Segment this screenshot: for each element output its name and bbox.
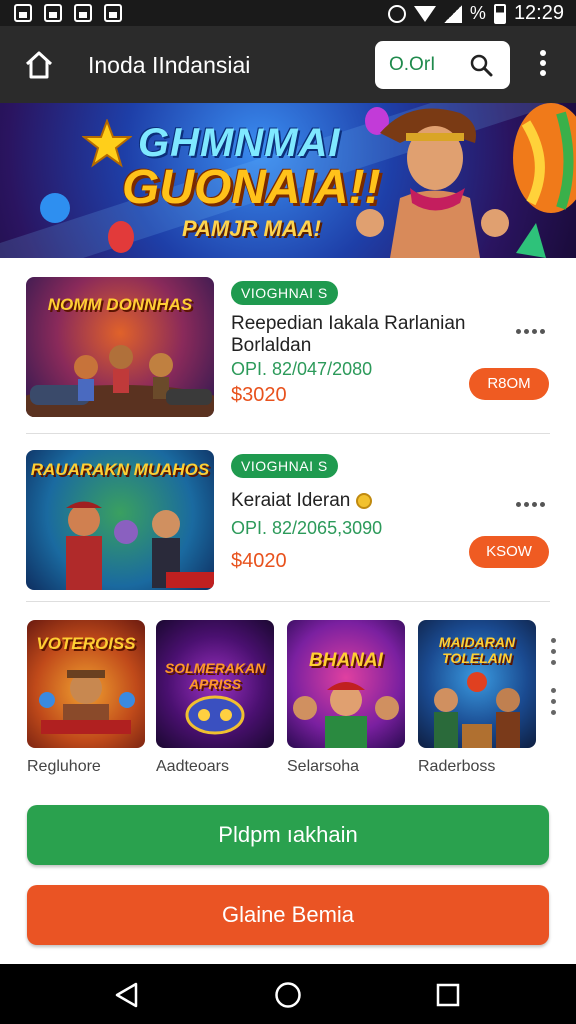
game-title: Keraiat Ideran	[231, 490, 372, 512]
back-icon[interactable]	[114, 982, 140, 1008]
status-bar: % 12:29	[0, 0, 576, 26]
divider	[26, 601, 550, 602]
more-options-icon[interactable]	[551, 638, 557, 671]
game-title: Reepedian Iakala Rarlanian Borlaldan	[231, 313, 466, 356]
game-art	[39, 670, 135, 734]
balloon-decoration	[513, 103, 576, 258]
hero-character-illustration	[356, 108, 509, 258]
tile-label: Selarsoha	[287, 758, 360, 775]
game-tile[interactable]: BHANAI	[287, 620, 405, 748]
notification-icon	[14, 4, 32, 22]
category-badge: VIOGHNAI S	[231, 454, 338, 478]
game-list-item[interactable]: NOMM DONNHAS VIOGHNAI S Reepedian Iakala…	[26, 277, 550, 417]
game-list-item[interactable]: RAUARAKN MUAHOS VIOGHNAI S Keraiat Idera…	[26, 450, 550, 590]
game-art	[185, 695, 245, 735]
notification-icon	[44, 4, 62, 22]
tile-title: VOTEROISS	[36, 634, 136, 653]
system-navigation-bar	[0, 964, 576, 1024]
tile-label: Regluhore	[27, 758, 101, 775]
search-icon[interactable]	[469, 53, 493, 77]
game-tile[interactable]: VOTEROISS	[27, 620, 145, 748]
game-art	[26, 345, 214, 417]
more-options-icon[interactable]	[516, 494, 550, 508]
recents-icon[interactable]	[435, 982, 461, 1008]
secondary-action-button[interactable]: Glaine Bemia	[27, 885, 549, 945]
thumbnail-title: RAUARAKN MUAHOS	[30, 460, 210, 479]
game-subtitle: OPI. 82/047/2080	[231, 359, 373, 379]
notification-icon	[74, 4, 92, 22]
home-icon[interactable]	[24, 50, 54, 80]
game-action-button[interactable]: KSOW	[469, 536, 549, 568]
wifi-icon	[413, 5, 436, 22]
more-options-icon[interactable]	[516, 321, 550, 335]
game-price: $4020	[231, 550, 287, 572]
game-action-button[interactable]: R8OM	[469, 368, 549, 400]
overflow-menu-icon[interactable]	[536, 50, 550, 80]
tile-title: SOLMERAKAN APRISS	[164, 660, 266, 692]
tile-title: BHANAI	[309, 650, 383, 671]
thumbnail-title: NOMM DONNHAS	[47, 295, 193, 314]
app-title: Inoda IIndansiai	[88, 52, 251, 78]
promo-banner[interactable]: GHMNMAI GUONAIA!! PAMJR MAA!	[0, 103, 576, 258]
signal-icon	[443, 4, 462, 23]
gem-decoration	[40, 193, 70, 223]
search-value: O.OrI	[389, 54, 436, 75]
game-subtitle: OPI. 82/2065,3090	[231, 518, 383, 538]
battery-icon	[493, 3, 506, 24]
tile-label: Aadteoars	[156, 758, 229, 775]
game-thumbnail[interactable]: NOMM DONNHAS	[26, 277, 214, 417]
game-price: $3020	[231, 384, 287, 406]
app-bar: Inoda IIndansiai O.OrI	[0, 26, 576, 103]
image-notification-icon	[104, 4, 122, 22]
more-options-icon[interactable]	[551, 688, 557, 721]
game-tile[interactable]: MAIDARAN TOLELAIN	[418, 620, 536, 748]
banner-subtitle: PAMJR MAA!	[182, 216, 321, 241]
divider	[26, 433, 550, 434]
category-badge: VIOGHNAI S	[231, 281, 338, 305]
game-art	[434, 672, 520, 748]
clock: 12:29	[513, 2, 564, 24]
tile-title: MAIDARAN TOLELAIN	[438, 634, 516, 666]
game-thumbnail[interactable]: RAUARAKN MUAHOS	[26, 450, 214, 590]
primary-action-button[interactable]: Pldpm ıakhain	[27, 805, 549, 865]
game-art	[293, 682, 399, 748]
tile-label: Raderboss	[418, 758, 496, 775]
coin-icon	[355, 492, 372, 509]
game-tile[interactable]: SOLMERAKAN APRISS	[156, 620, 274, 748]
game-title-text: Keraiat Ideran	[231, 490, 351, 511]
gem-decoration	[108, 221, 134, 253]
alarm-icon	[387, 4, 406, 23]
home-nav-icon[interactable]	[274, 981, 302, 1009]
search-field[interactable]: O.OrI	[375, 41, 510, 89]
battery-percent: %	[469, 3, 486, 23]
game-art	[66, 501, 214, 590]
